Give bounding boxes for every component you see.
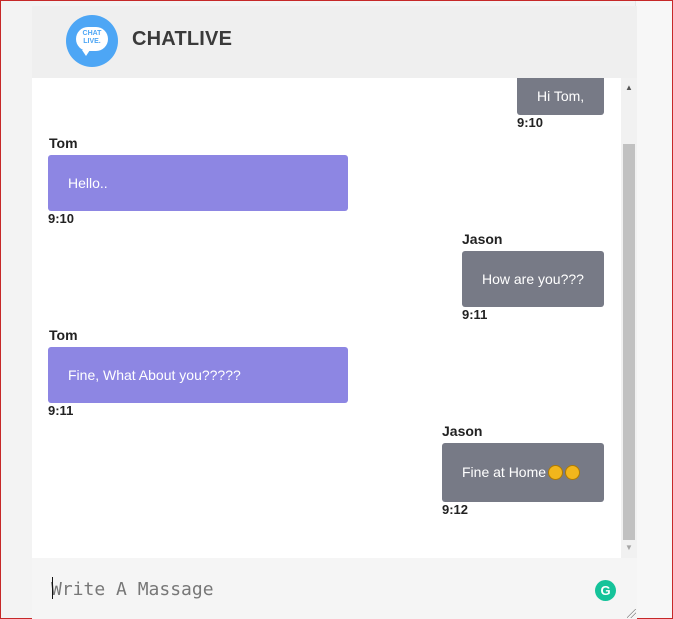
message-text: Hello.. (68, 175, 108, 191)
chatlive-logo-icon: CHAT LIVE. (66, 15, 118, 67)
message-text: Fine at Home (462, 464, 547, 480)
scroll-thumb[interactable] (623, 144, 635, 540)
message-time: 9:11 (48, 403, 74, 418)
message-bubble: Hello.. (48, 155, 348, 211)
message-text: Hi Tom, (537, 88, 585, 104)
message-sender: Tom (49, 327, 78, 343)
scroll-down-arrow-icon[interactable]: ▼ (621, 540, 637, 556)
message-sender: Tom (49, 135, 78, 151)
logo-bubble: CHAT LIVE. (76, 27, 108, 56)
scroll-up-arrow-icon[interactable]: ▲ (621, 80, 637, 96)
resize-handle[interactable] (627, 609, 636, 618)
message-time: 9:10 (48, 211, 75, 226)
message-time: 9:11 (462, 307, 488, 322)
header: CHAT LIVE. CHATLIVE (32, 6, 637, 78)
grammarly-icon[interactable]: G (595, 580, 616, 601)
message-bubble: Fine, What About you????? (48, 347, 348, 403)
logo-text: CHAT LIVE. (76, 30, 108, 46)
composer: G (32, 558, 637, 619)
message-sender: Jason (462, 231, 503, 247)
side-strip (635, 1, 672, 618)
message-sender: Jason (442, 423, 483, 439)
message-text: Fine, What About you????? (68, 367, 241, 383)
message-bubble: How are you??? (462, 251, 604, 307)
logo-text-line1: CHAT (82, 30, 102, 37)
grinning-face-icon (565, 465, 581, 480)
chat-messages-panel[interactable]: Hi Tom, 9:10 Tom Hello.. 9:10 Jason How … (32, 78, 621, 558)
grinning-face-icon (548, 465, 564, 480)
message-input[interactable] (51, 576, 581, 602)
message-time: 9:12 (442, 502, 469, 517)
app-window: CHAT LIVE. CHATLIVE Hi Tom, 9:10 Tom Hel… (0, 0, 673, 619)
logo-text-line2: LIVE. (83, 38, 101, 45)
app-title: CHATLIVE (132, 28, 233, 50)
text-caret (52, 577, 53, 599)
chat-scrollbar[interactable]: ▲ ▼ (621, 78, 637, 558)
message-bubble: Hi Tom, (517, 78, 604, 115)
message-bubble: Fine at Home (442, 443, 604, 502)
message-time: 9:10 (517, 115, 544, 130)
message-text: How are you??? (482, 271, 584, 287)
